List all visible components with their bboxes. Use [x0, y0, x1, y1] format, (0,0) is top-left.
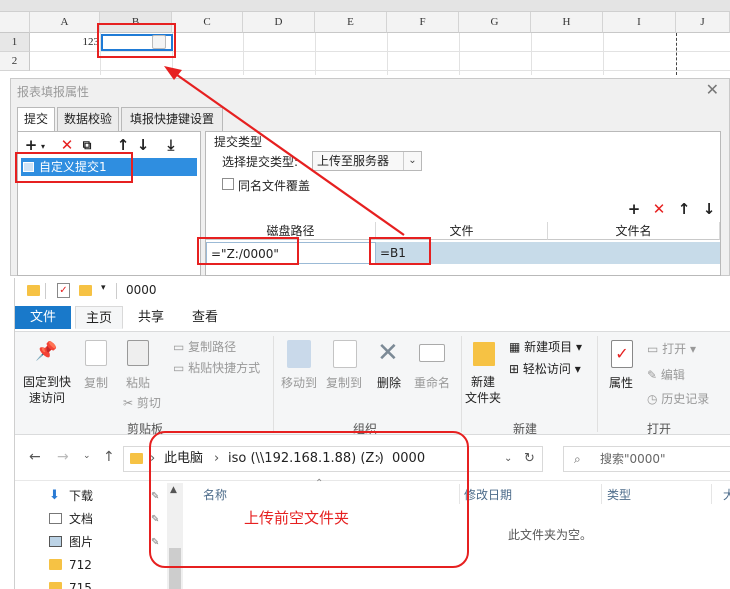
annotation-arrow — [164, 66, 405, 236]
annotation-arrow-line — [169, 69, 405, 236]
